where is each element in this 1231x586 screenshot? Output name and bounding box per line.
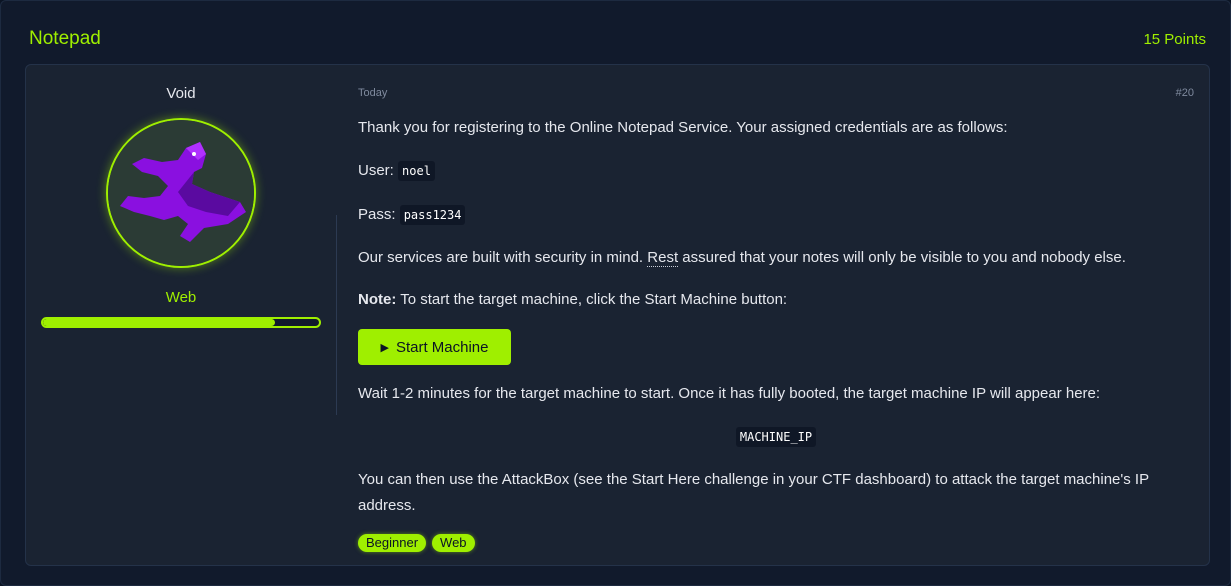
post-number[interactable]: #20 [1176,87,1194,99]
user-label: User: [358,162,394,179]
post-card: Void Web Today #20 Thank you for registe… [25,64,1210,566]
author-progress-fill [43,319,275,326]
pass-line: Pass: pass1234 [358,202,1194,228]
pass-label: Pass: [358,206,396,223]
author-role: Web [165,289,197,306]
tag-list: Beginner Web [358,534,475,552]
challenge-panel: Notepad 15 Points Void Web Today #20 Tha… [0,0,1231,586]
start-machine-label: Start Machine [395,338,489,356]
challenge-points: 15 Points [1143,31,1206,48]
wait-paragraph: Wait 1-2 minutes for the target machine … [358,385,1101,402]
security-text-pre: Our services are built with security in … [358,249,644,266]
machine-ip: MACHINE_IP [735,427,817,447]
note-text: To start the target machine, click the S… [400,291,788,308]
panel-divider [336,215,337,415]
play-icon: ▶ [380,341,389,354]
user-value: noel [398,161,435,181]
tag-web[interactable]: Web [432,534,475,552]
security-word: Rest [647,249,679,267]
post-content: Today #20 Thank you for registering to t… [358,65,1194,565]
note-paragraph: Note: To start the target machine, click… [358,287,1194,313]
author-progress-bar [41,317,321,328]
author-name: Void [166,85,196,102]
tag-beginner[interactable]: Beginner [358,534,427,552]
pass-value: pass1234 [399,205,466,225]
challenge-title: Notepad [29,28,101,49]
note-label: Note: [358,291,397,308]
avatar [106,118,256,268]
challenge-header: Notepad 15 Points [1,1,1230,63]
post-date: Today [358,87,388,99]
intro-paragraph: Thank you for registering to the Online … [358,119,1008,136]
purple-figure-avatar-icon [108,120,254,266]
machine-ip-line: MACHINE_IP [358,427,1194,447]
security-paragraph: Our services are built with security in … [358,245,1194,271]
attack-paragraph: You can then use the AttackBox (see the … [358,471,1149,514]
security-text-post: assured that your notes will only be vis… [682,249,1126,266]
start-machine-button[interactable]: ▶ Start Machine [358,329,511,365]
author-panel: Void Web [26,65,336,565]
user-line: User: noel [358,158,1194,184]
